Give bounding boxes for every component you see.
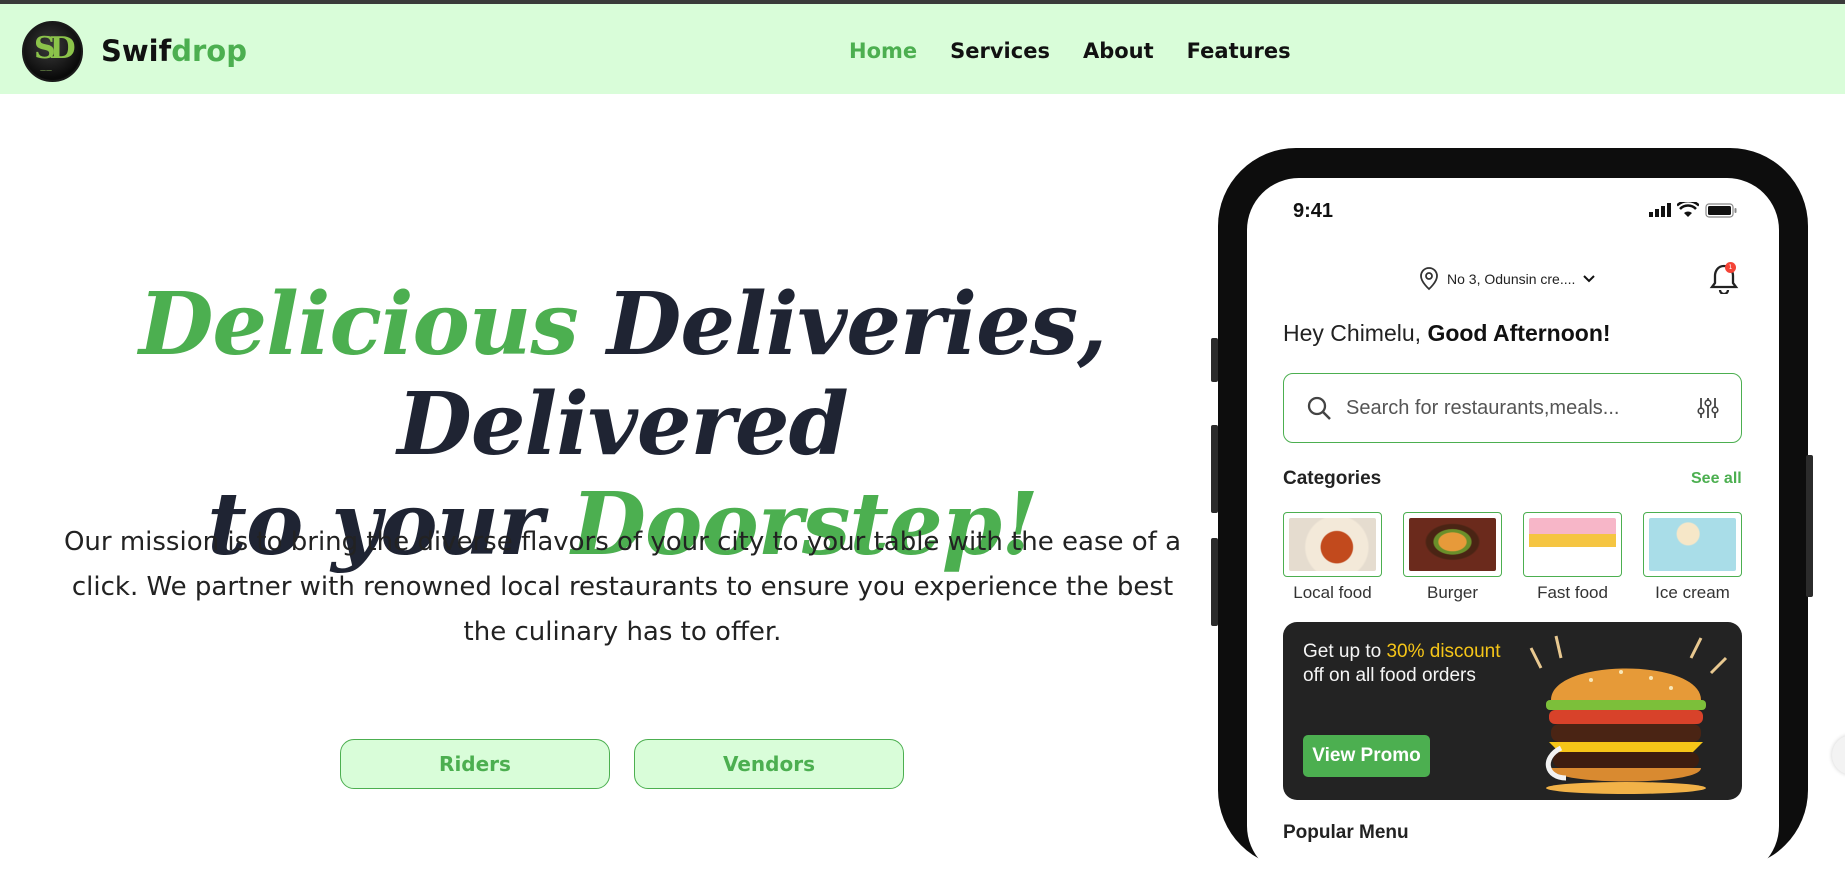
nav-link-about[interactable]: About	[1083, 39, 1154, 63]
category-label: Ice cream	[1655, 583, 1730, 602]
search-icon	[1307, 396, 1331, 420]
mission-text: Our mission is to bring the diverse flav…	[63, 527, 1182, 647]
fast-food-image	[1529, 518, 1616, 571]
category-burger[interactable]: Burger	[1403, 512, 1502, 603]
category-thumb	[1523, 512, 1622, 577]
burger-image	[1409, 518, 1496, 571]
phone-screen: 9:41 No 3, Odunsin cre.... 1 Hey Chimelu…	[1247, 178, 1779, 878]
search-bar[interactable]: Search for restaurants,meals...	[1283, 373, 1742, 443]
category-label: Burger	[1426, 583, 1479, 602]
nav-links: Home Services About Features	[849, 39, 1324, 63]
see-all-link[interactable]: See all	[1691, 470, 1742, 488]
greeting-bold: Good Afternoon!	[1427, 320, 1611, 346]
promo-line1: Get up to	[1303, 641, 1387, 662]
promo-text: Get up to 30% discount off on all food o…	[1303, 640, 1503, 688]
category-thumb	[1283, 512, 1382, 577]
categories-title: Categories	[1283, 468, 1382, 489]
phone-volume-down	[1211, 538, 1218, 626]
ice-cream-image	[1649, 518, 1736, 571]
nav-link-home[interactable]: Home	[849, 39, 917, 63]
category-ice-cream[interactable]: Ice cream	[1643, 512, 1742, 603]
brand-prefix: Swif	[101, 34, 172, 68]
location-pin-icon	[1420, 267, 1438, 291]
local-food-image	[1289, 518, 1376, 571]
navbar: SD —— Swifdrop Home Services About Featu…	[0, 4, 1845, 94]
wifi-icon	[1677, 202, 1699, 217]
floating-chat-button[interactable]	[1832, 735, 1845, 775]
category-label: Local food	[1293, 583, 1372, 602]
nav-link-features[interactable]: Features	[1187, 39, 1291, 63]
category-thumb	[1643, 512, 1742, 577]
logo-monogram: SD	[34, 31, 76, 66]
notification-badge: 1	[1725, 262, 1736, 273]
category-label: Fast food	[1537, 583, 1608, 602]
logo[interactable]: SD ——	[22, 21, 83, 82]
brand-name[interactable]: Swifdrop	[101, 34, 247, 68]
nav-link-services[interactable]: Services	[950, 39, 1050, 63]
promo-banner: Get up to 30% discount off on all food o…	[1283, 622, 1742, 800]
phone-volume-up	[1211, 425, 1218, 513]
chevron-down-icon	[1583, 275, 1596, 283]
category-fast-food[interactable]: Fast food	[1523, 512, 1622, 603]
logo-caption: ——	[40, 67, 52, 74]
hero-title-word-delicious: Delicious	[138, 274, 579, 375]
phone-mute-switch	[1211, 338, 1218, 382]
search-placeholder: Search for restaurants,meals...	[1346, 396, 1620, 419]
promo-highlight: 30% discount	[1386, 641, 1501, 662]
battery-icon	[1705, 202, 1737, 218]
phone-power-button	[1806, 455, 1813, 597]
location-selector[interactable]: No 3, Odunsin cre....	[1419, 267, 1596, 291]
greeting: Hey Chimelu, Good Afternoon!	[1283, 320, 1611, 347]
signal-icon	[1649, 203, 1671, 217]
vendors-button[interactable]: Vendors	[634, 739, 904, 789]
greeting-prefix: Hey Chimelu,	[1283, 320, 1428, 346]
promo-burger-image	[1529, 635, 1728, 794]
popular-menu-heading: Popular Menu	[1283, 822, 1409, 843]
category-local-food[interactable]: Local food	[1283, 512, 1382, 603]
promo-line2: off on all food orders	[1303, 665, 1476, 686]
category-thumb	[1403, 512, 1502, 577]
brand-suffix: drop	[171, 34, 247, 68]
status-icons	[1649, 202, 1737, 218]
view-promo-button[interactable]: View Promo	[1303, 735, 1430, 777]
riders-button[interactable]: Riders	[340, 739, 610, 789]
location-text: No 3, Odunsin cre....	[1447, 271, 1576, 287]
status-time: 9:41	[1293, 200, 1334, 222]
filter-icon[interactable]	[1697, 396, 1719, 420]
